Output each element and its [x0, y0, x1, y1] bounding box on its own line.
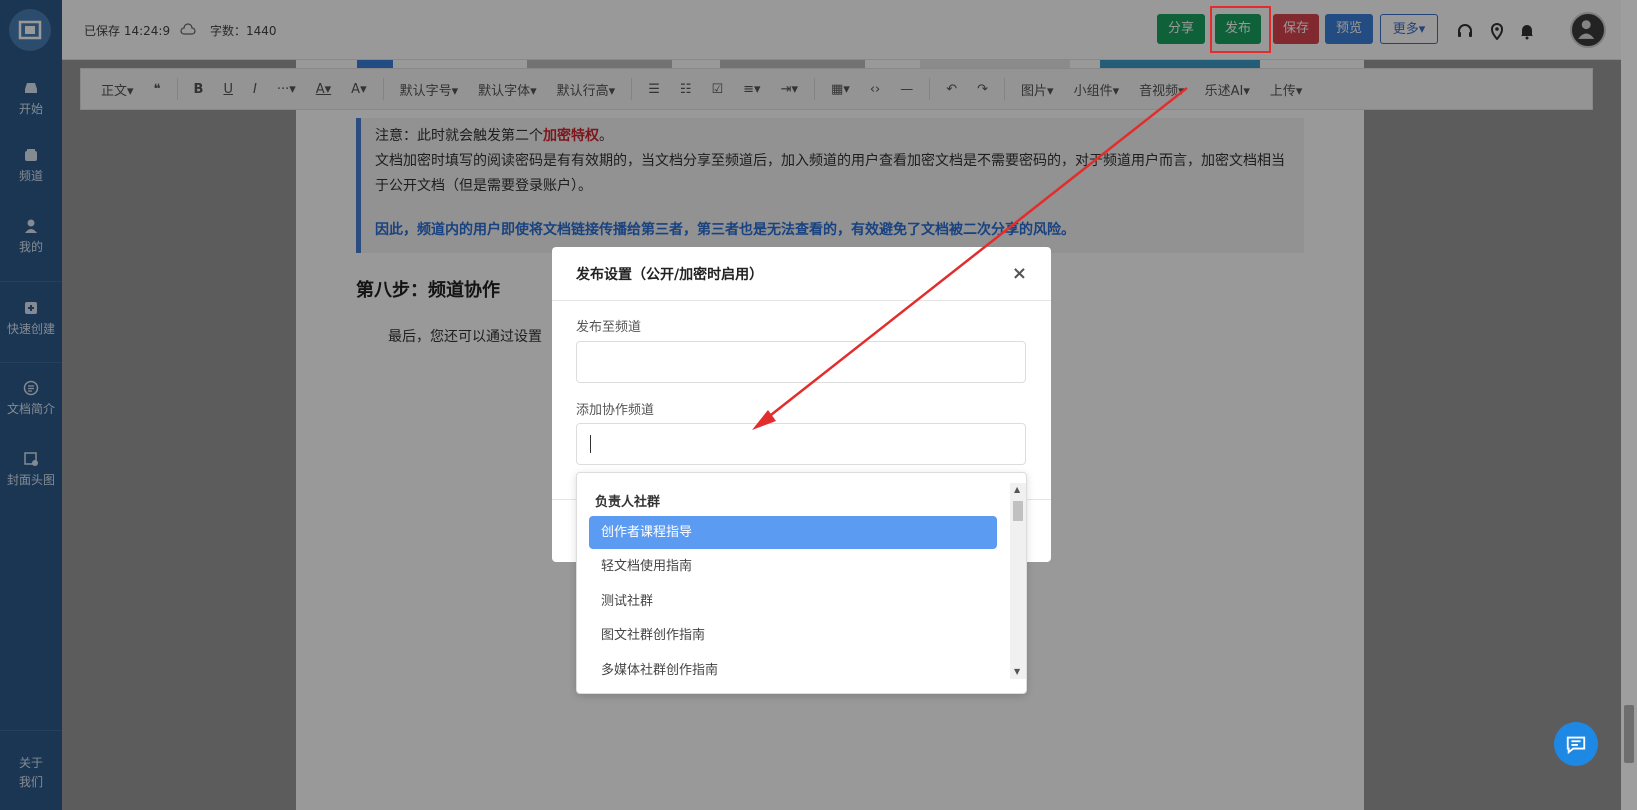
chat-button[interactable]: [1554, 722, 1598, 766]
chat-icon: [1566, 736, 1586, 755]
dropdown-scrollbar[interactable]: ▲ ▼: [1010, 483, 1026, 679]
dropdown-option[interactable]: 轻文档使用指南: [589, 550, 997, 583]
dropdown-option[interactable]: 创作者课程指导: [589, 516, 997, 549]
dropdown-option[interactable]: 多媒体社群创作指南: [589, 654, 997, 687]
page-scrollbar[interactable]: [1621, 0, 1637, 810]
collab-channel-input[interactable]: [576, 423, 1026, 465]
dropdown-option[interactable]: 图文社群创作指南: [589, 619, 997, 652]
field-label-publish-channel: 发布至频道: [576, 320, 642, 335]
scroll-down-icon[interactable]: ▼: [1014, 667, 1020, 676]
close-icon[interactable]: ×: [1012, 263, 1027, 284]
page-scroll-thumb[interactable]: [1624, 705, 1634, 763]
text-caret: [590, 435, 591, 453]
scroll-up-icon[interactable]: ▲: [1014, 485, 1020, 494]
modal-title: 发布设置（公开/加密时启用）: [576, 266, 764, 283]
modal-header: 发布设置（公开/加密时启用） ×: [552, 247, 1051, 301]
field-label-collab-channel: 添加协作频道: [576, 403, 655, 418]
publish-channel-input[interactable]: [576, 341, 1026, 383]
publish-highlight-annotation: [1210, 6, 1271, 53]
dropdown-group-label: 负责人社群: [595, 495, 661, 510]
channel-dropdown: 负责人社群 创作者课程指导 轻文档使用指南 测试社群 图文社群创作指南 多媒体社…: [576, 472, 1027, 694]
dropdown-scroll-thumb[interactable]: [1013, 501, 1023, 521]
dropdown-option[interactable]: 测试社群: [589, 585, 997, 618]
